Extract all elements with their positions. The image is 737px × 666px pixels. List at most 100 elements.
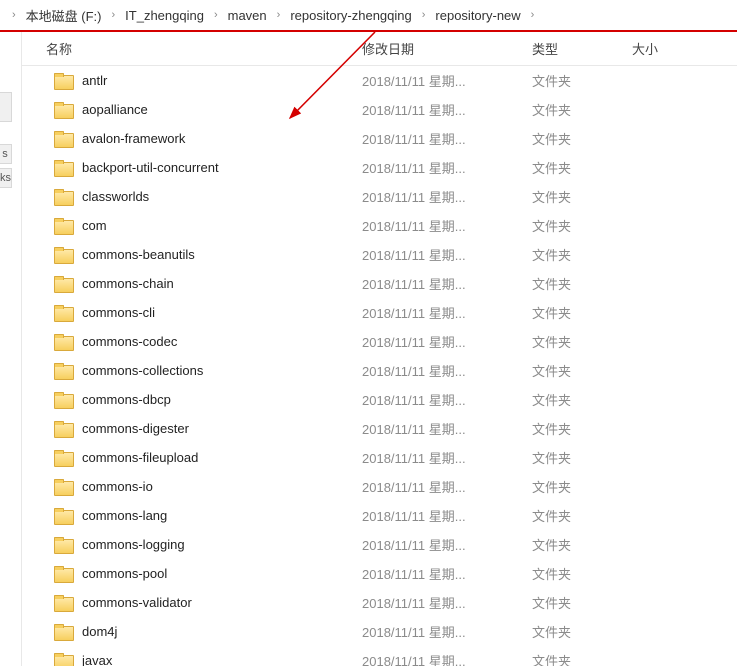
breadcrumb-item[interactable]: IT_zhengqing (121, 6, 208, 25)
file-name-label: commons-fileupload (82, 450, 198, 465)
file-name-label: commons-beanutils (82, 247, 195, 262)
chevron-right-icon[interactable]: › (525, 9, 541, 21)
file-row[interactable]: commons-logging 2018/11/11 星期...文件夹 (22, 530, 737, 559)
file-name-label: commons-io (82, 479, 153, 494)
file-date-label: 2018/11/11 星期... (362, 535, 532, 554)
file-row[interactable]: aopalliance2018/11/11 星期...文件夹 (22, 95, 737, 124)
file-name-label: commons-cli (82, 305, 155, 320)
file-type-label: 文件夹 (532, 477, 622, 496)
file-name-label: dom4j (82, 624, 117, 639)
file-date-label: 2018/11/11 星期... (362, 564, 532, 583)
column-header-type[interactable]: 类型 (532, 39, 622, 58)
file-row[interactable]: commons-collections2018/11/11 星期...文件夹 (22, 356, 737, 385)
file-type-label: 文件夹 (532, 564, 622, 583)
file-row[interactable]: commons-beanutils 2018/11/11 星期...文件夹 (22, 240, 737, 269)
folder-icon (54, 363, 72, 378)
file-date-label: 2018/11/11 星期... (362, 651, 532, 666)
folder-icon (54, 305, 72, 320)
chevron-right-icon: › (6, 9, 22, 21)
folder-icon (54, 392, 72, 407)
folder-icon (54, 160, 72, 175)
file-type-label: 文件夹 (532, 187, 622, 206)
column-header-size[interactable]: 大小 (622, 39, 737, 58)
folder-icon (54, 218, 72, 233)
file-date-label: 2018/11/11 星期... (362, 71, 532, 90)
file-row[interactable]: antlr2018/11/11 星期...文件夹 (22, 66, 737, 95)
file-date-label: 2018/11/11 星期... (362, 216, 532, 235)
file-row[interactable]: backport-util-concurrent 2018/11/11 星期...… (22, 153, 737, 182)
file-name-label: commons-dbcp (82, 392, 171, 407)
file-date-label: 2018/11/11 星期... (362, 245, 532, 264)
file-type-label: 文件夹 (532, 129, 622, 148)
column-header-name[interactable]: 名称 (22, 39, 362, 58)
breadcrumb-item[interactable]: repository-new (431, 6, 524, 25)
file-row[interactable]: commons-dbcp2018/11/11 星期...文件夹 (22, 385, 737, 414)
folder-icon (54, 537, 72, 552)
file-date-label: 2018/11/11 星期... (362, 593, 532, 612)
chevron-right-icon[interactable]: › (208, 9, 224, 21)
file-type-label: 文件夹 (532, 448, 622, 467)
breadcrumb-item[interactable]: repository-zhengqing (286, 6, 415, 25)
file-date-label: 2018/11/11 星期... (362, 332, 532, 351)
file-type-label: 文件夹 (532, 158, 622, 177)
file-date-label: 2018/11/11 星期... (362, 448, 532, 467)
folder-icon (54, 566, 72, 581)
file-name-label: aopalliance (82, 102, 148, 117)
file-row[interactable]: commons-cli2018/11/11 星期...文件夹 (22, 298, 737, 327)
nav-pane-edge: s ks (0, 32, 22, 666)
folder-icon (54, 73, 72, 88)
file-type-label: 文件夹 (532, 361, 622, 380)
file-name-label: commons-validator (82, 595, 192, 610)
file-row[interactable]: commons-io 2018/11/11 星期...文件夹 (22, 472, 737, 501)
file-name-label: commons-codec (82, 334, 177, 349)
nav-stub[interactable] (0, 92, 12, 122)
file-list: antlr2018/11/11 星期...文件夹aopalliance2018/… (22, 66, 737, 666)
file-date-label: 2018/11/11 星期... (362, 622, 532, 641)
file-name-label: com (82, 218, 107, 233)
file-date-label: 2018/11/11 星期... (362, 506, 532, 525)
file-row[interactable]: javax2018/11/11 星期...文件夹 (22, 646, 737, 666)
nav-stub[interactable]: s (0, 144, 12, 164)
breadcrumb-item[interactable]: 本地磁盘 (F:) (22, 4, 106, 27)
file-date-label: 2018/11/11 星期... (362, 361, 532, 380)
file-row[interactable]: classworlds2018/11/11 星期...文件夹 (22, 182, 737, 211)
file-row[interactable]: avalon-framework 2018/11/11 星期...文件夹 (22, 124, 737, 153)
file-name-label: backport-util-concurrent (82, 160, 219, 175)
file-date-label: 2018/11/11 星期... (362, 158, 532, 177)
folder-icon (54, 334, 72, 349)
folder-icon (54, 247, 72, 262)
column-header-date[interactable]: 修改日期 (362, 39, 532, 58)
file-row[interactable]: commons-validator2018/11/11 星期...文件夹 (22, 588, 737, 617)
file-row[interactable]: commons-lang2018/11/11 星期...文件夹 (22, 501, 737, 530)
file-row[interactable]: dom4j 2018/11/11 星期...文件夹 (22, 617, 737, 646)
nav-stub[interactable]: ks (0, 168, 12, 188)
breadcrumb-bar: › 本地磁盘 (F:) › IT_zhengqing › maven › rep… (0, 0, 737, 32)
folder-icon (54, 595, 72, 610)
folder-icon (54, 131, 72, 146)
file-type-label: 文件夹 (532, 622, 622, 641)
file-date-label: 2018/11/11 星期... (362, 187, 532, 206)
folder-icon (54, 508, 72, 523)
file-row[interactable]: commons-digester2018/11/11 星期...文件夹 (22, 414, 737, 443)
file-type-label: 文件夹 (532, 245, 622, 264)
file-row[interactable]: commons-chain2018/11/11 星期...文件夹 (22, 269, 737, 298)
file-date-label: 2018/11/11 星期... (362, 477, 532, 496)
chevron-right-icon[interactable]: › (271, 9, 287, 21)
file-row[interactable]: commons-codec2018/11/11 星期...文件夹 (22, 327, 737, 356)
file-type-label: 文件夹 (532, 535, 622, 554)
breadcrumb-item[interactable]: maven (224, 6, 271, 25)
file-date-label: 2018/11/11 星期... (362, 390, 532, 409)
folder-icon (54, 450, 72, 465)
file-type-label: 文件夹 (532, 71, 622, 90)
file-name-label: commons-logging (82, 537, 185, 552)
file-row[interactable]: commons-pool2018/11/11 星期...文件夹 (22, 559, 737, 588)
file-type-label: 文件夹 (532, 303, 622, 322)
file-date-label: 2018/11/11 星期... (362, 129, 532, 148)
file-date-label: 2018/11/11 星期... (362, 274, 532, 293)
chevron-right-icon[interactable]: › (106, 9, 122, 21)
file-row[interactable]: commons-fileupload 2018/11/11 星期...文件夹 (22, 443, 737, 472)
file-name-label: avalon-framework (82, 131, 185, 146)
file-row[interactable]: com2018/11/11 星期...文件夹 (22, 211, 737, 240)
file-type-label: 文件夹 (532, 274, 622, 293)
chevron-right-icon[interactable]: › (416, 9, 432, 21)
